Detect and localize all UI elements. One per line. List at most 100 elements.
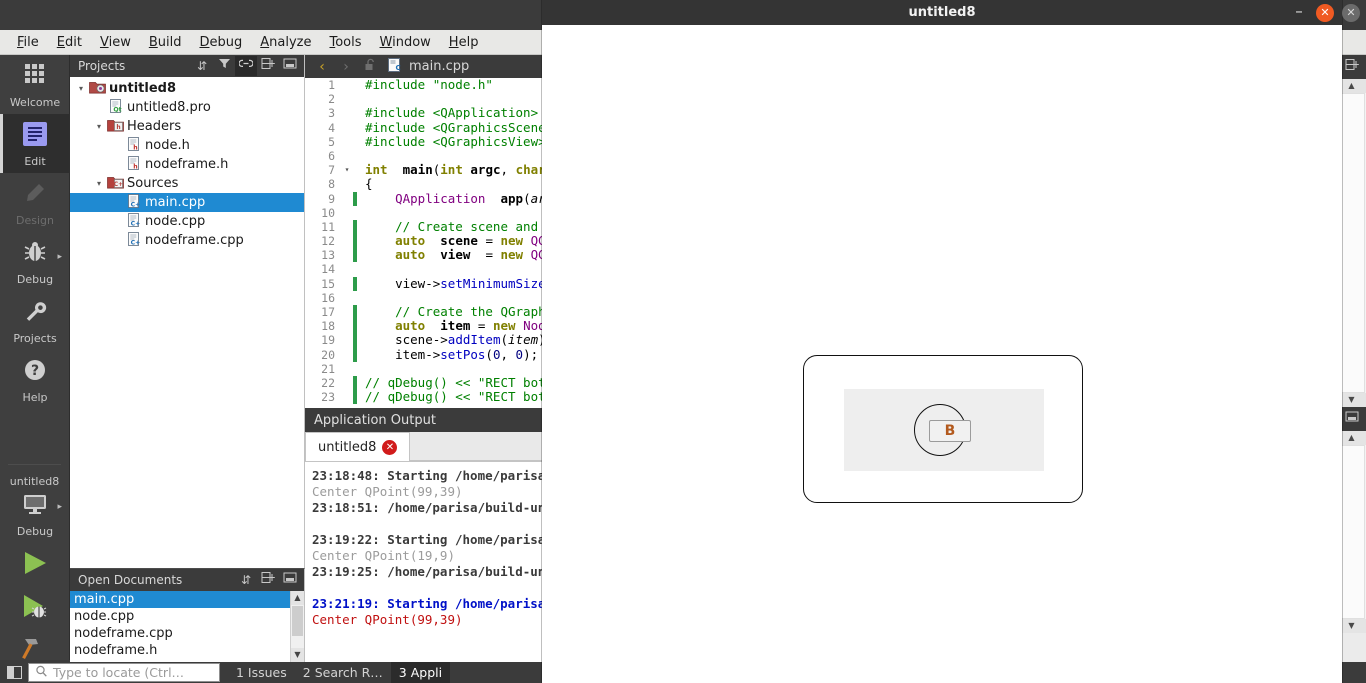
mode-projects[interactable]: Projects xyxy=(0,291,70,350)
svg-text:h: h xyxy=(133,163,137,170)
statusbar-item-search-results[interactable]: 2 Search R… xyxy=(295,662,391,683)
line-number: 9 xyxy=(305,191,341,206)
document-icon xyxy=(0,122,70,154)
projects-dock-title: Projects xyxy=(78,59,126,73)
locator-placeholder: Type to locate (Ctrl… xyxy=(53,665,185,680)
node-frame[interactable]: B xyxy=(803,355,1083,503)
tree-item-node-cpp[interactable]: C+ node.cpp xyxy=(70,212,304,231)
chevron-down-icon[interactable]: ▾ xyxy=(92,122,106,131)
menu-tools[interactable]: Tools xyxy=(320,33,370,52)
line-number: 2 xyxy=(305,92,341,107)
unlocked-icon[interactable] xyxy=(361,58,379,76)
tree-item-headers[interactable]: ▾ h Headers xyxy=(70,117,304,136)
line-number: 21 xyxy=(305,361,341,376)
open-documents-scrollbar[interactable]: ▲ ▼ xyxy=(290,591,304,662)
menu-view[interactable]: View xyxy=(91,33,140,52)
scroll-down-icon[interactable]: ▼ xyxy=(291,648,304,662)
menu-file[interactable]: File xyxy=(8,33,48,52)
kit-mode-label: Debug xyxy=(16,525,54,538)
mode-edit[interactable]: Edit xyxy=(0,114,70,173)
open-documents-list[interactable]: main.cpp node.cpp nodeframe.cpp nodeframe.h xyxy=(70,591,304,662)
menu-window[interactable]: Window xyxy=(371,33,440,52)
minimize-button[interactable]: – xyxy=(1291,3,1307,21)
mode-debug[interactable]: ▸ Debug xyxy=(0,232,70,291)
nav-forward-icon[interactable]: › xyxy=(337,59,355,75)
background-window-close-icon[interactable]: ✕ xyxy=(1342,4,1360,22)
menu-debug[interactable]: Debug xyxy=(190,33,251,52)
split-icon[interactable] xyxy=(257,56,279,76)
line-number: 11 xyxy=(305,219,341,235)
split-icon[interactable] xyxy=(257,570,279,590)
sort-icon[interactable]: ⇵ xyxy=(191,56,213,76)
locator-input[interactable]: Type to locate (Ctrl… xyxy=(28,663,220,682)
run-button[interactable] xyxy=(0,543,69,586)
mode-design: Design xyxy=(0,173,70,232)
menu-help[interactable]: Help xyxy=(440,33,488,52)
menu-edit[interactable]: Edit xyxy=(48,33,91,52)
tree-item-icon xyxy=(88,80,107,98)
app-window-untitled8: untitled8 – ✕ B xyxy=(542,0,1342,683)
scroll-up-icon[interactable]: ▲ xyxy=(291,591,304,605)
project-tree[interactable]: ▾ untitled8 Qt untitled8.pro ▾ h Headers h node.… xyxy=(70,77,304,568)
output-tab-untitled8[interactable]: untitled8 ✕ xyxy=(305,432,411,461)
editor-filename[interactable]: main.cpp xyxy=(409,59,469,74)
tree-item-untitled8-pro[interactable]: Qt untitled8.pro xyxy=(70,98,304,117)
code-text: view->setMinimumSize(80 xyxy=(365,275,568,291)
h-file-icon: h xyxy=(126,155,141,174)
graphics-view[interactable]: B xyxy=(542,25,1342,683)
minimize-icon[interactable] xyxy=(279,570,301,590)
open-document-item[interactable]: nodeframe.cpp xyxy=(70,625,304,642)
tree-item-label: Headers xyxy=(127,119,182,134)
close-button[interactable]: ✕ xyxy=(1316,3,1334,22)
kit-selector[interactable]: ▸ Debug xyxy=(0,488,70,543)
open-document-item[interactable]: nodeframe.h xyxy=(70,642,304,659)
close-icon[interactable]: ✕ xyxy=(382,439,398,455)
open-document-item[interactable]: node.cpp xyxy=(70,608,304,625)
filter-icon[interactable] xyxy=(213,56,235,76)
tree-item-nodeframe-cpp[interactable]: C+ nodeframe.cpp xyxy=(70,231,304,250)
minimize-icon[interactable] xyxy=(279,56,301,76)
tree-item-label: untitled8.pro xyxy=(127,100,211,115)
open-documents-dock: Open Documents ⇵ main.cpp node.cpp nodefra… xyxy=(70,568,305,662)
tree-item-untitled8[interactable]: ▾ untitled8 xyxy=(70,79,304,98)
chevron-down-icon[interactable]: ▾ xyxy=(74,84,88,93)
sort-icon[interactable]: ⇵ xyxy=(235,570,257,590)
line-number: 20 xyxy=(305,347,341,362)
sidebar-toggle-icon[interactable] xyxy=(0,662,28,683)
statusbar-item-issues[interactable]: 1 Issues xyxy=(228,662,295,683)
chevron-down-icon[interactable]: ▾ xyxy=(92,179,106,188)
scrollbar-thumb[interactable] xyxy=(292,606,303,636)
wrench-icon xyxy=(0,299,70,331)
start-debugging-button[interactable] xyxy=(0,586,69,629)
tree-item-label: main.cpp xyxy=(145,195,206,210)
node-button[interactable]: B xyxy=(929,420,971,442)
mode-welcome[interactable]: Welcome xyxy=(0,55,70,114)
app-title-bar[interactable]: untitled8 – ✕ xyxy=(542,0,1342,25)
cpp-file-icon: C+ xyxy=(126,212,141,231)
cpp-file-icon: C+ xyxy=(126,193,141,212)
statusbar-item-application-output[interactable]: 3 Appli xyxy=(390,662,451,683)
nav-back-icon[interactable]: ‹ xyxy=(313,59,331,75)
open-document-item[interactable]: main.cpp xyxy=(70,591,304,608)
line-number: 19 xyxy=(305,333,341,348)
menu-build[interactable]: Build xyxy=(140,33,191,52)
line-number: 13 xyxy=(305,248,341,263)
tree-item-node-h[interactable]: h node.h xyxy=(70,136,304,155)
link-icon[interactable] xyxy=(235,56,257,76)
mode-help[interactable]: ? Help xyxy=(0,350,70,409)
tree-item-main-cpp[interactable]: C+ main.cpp xyxy=(70,193,304,212)
fold-marker-icon[interactable]: ▾ xyxy=(341,163,353,177)
tree-item-label: untitled8 xyxy=(109,81,177,96)
menu-analyze[interactable]: Analyze xyxy=(251,33,320,52)
svg-text:C+: C+ xyxy=(114,181,123,188)
search-icon xyxy=(35,665,48,681)
tree-item-sources[interactable]: ▾ C+ Sources xyxy=(70,174,304,193)
tree-item-nodeframe-h[interactable]: h nodeframe.h xyxy=(70,155,304,174)
line-number: 8 xyxy=(305,177,341,192)
